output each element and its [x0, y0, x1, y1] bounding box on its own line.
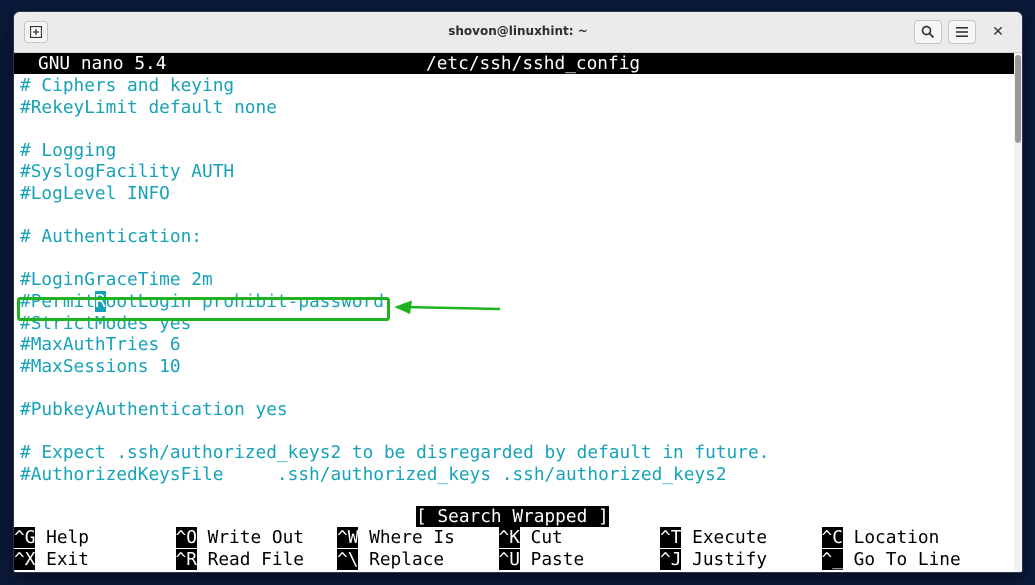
- shortcut-key: ^T: [660, 527, 682, 549]
- shortcut-label: Location: [853, 527, 940, 549]
- shortcut-label: Justify: [692, 549, 768, 570]
- shortcut-key: ^K: [498, 527, 520, 549]
- file-line: #SyslogFacility AUTH: [20, 161, 235, 183]
- file-line: # Authentication:: [20, 226, 202, 248]
- shortcut-location[interactable]: ^C Location: [821, 527, 940, 549]
- file-line: #MaxAuthTries 6: [20, 334, 181, 356]
- shortcut-label: Paste: [530, 549, 585, 570]
- shortcut-read-file[interactable]: ^R Read File: [175, 549, 304, 571]
- shortcut-key: ^C: [821, 527, 843, 549]
- menu-button[interactable]: [948, 20, 976, 44]
- shortcut-execute[interactable]: ^T Execute: [660, 527, 767, 549]
- shortcut-label: Execute: [692, 527, 768, 549]
- shortcut-label: Where Is: [369, 527, 455, 549]
- shortcut-exit[interactable]: ^X Exit: [14, 549, 89, 571]
- shortcut-write-out[interactable]: ^O Write Out: [175, 527, 304, 549]
- shortcut-label: Exit: [46, 549, 89, 570]
- nano-editor[interactable]: GNU nano 5.4 /etc/ssh/sshd_config # Ciph…: [14, 53, 1014, 572]
- status-message: [ Search Wrapped ]: [416, 506, 609, 527]
- shortcut-key: ^J: [660, 549, 682, 570]
- shortcut-key: ^R: [175, 549, 197, 570]
- scrollbar-thumb[interactable]: [1015, 55, 1021, 143]
- shortcut-key: ^_: [821, 549, 843, 570]
- search-icon: [921, 25, 935, 39]
- nano-version: GNU nano 5.4: [38, 53, 167, 74]
- shortcut-justify[interactable]: ^J Justify: [660, 549, 767, 571]
- file-line: #RekeyLimit default none: [20, 96, 277, 118]
- shortcut-key: ^X: [14, 549, 36, 570]
- file-line: #LogLevel INFO: [20, 183, 170, 204]
- shortcut-label: Read File: [207, 549, 304, 570]
- shortcut-where-is[interactable]: ^W Where Is: [337, 527, 455, 549]
- shortcut-label: Help: [46, 527, 89, 549]
- file-line: # Logging: [20, 139, 117, 161]
- close-icon[interactable]: ✕: [990, 24, 1006, 40]
- search-button[interactable]: [914, 20, 942, 44]
- annotation-highlight-box: [17, 297, 390, 321]
- shortcut-key: ^O: [175, 527, 197, 549]
- shortcut-cut[interactable]: ^K Cut: [498, 527, 563, 549]
- terminal-window: shovon@linuxhint: ~ ✕ GNU nano 5.4 /etc/…: [14, 12, 1022, 572]
- shortcut-label: Write Out: [207, 527, 304, 549]
- window-title: shovon@linuxhint: ~: [448, 24, 588, 38]
- shortcut-key: ^G: [14, 527, 36, 549]
- file-line: #MaxSessions 10: [20, 355, 181, 377]
- shortcut-help[interactable]: ^G Help: [14, 527, 89, 549]
- file-line: # Ciphers and keying: [20, 75, 235, 96]
- shortcut-key: ^W: [337, 527, 359, 549]
- file-line: #LoginGraceTime 2m: [20, 269, 213, 291]
- shortcut-go-to-line[interactable]: ^_ Go To Line: [821, 549, 961, 571]
- shortcut-label: Replace: [369, 549, 445, 570]
- hamburger-menu-icon: [956, 27, 968, 37]
- shortcut-paste[interactable]: ^U Paste: [498, 549, 585, 571]
- shortcut-replace[interactable]: ^\ Replace: [337, 549, 444, 571]
- nano-header: GNU nano 5.4 /etc/ssh/sshd_config: [14, 53, 1014, 74]
- file-name: /etc/ssh/sshd_config: [426, 53, 641, 74]
- title-bar: shovon@linuxhint: ~ ✕: [14, 12, 1022, 53]
- annotation-arrow-icon: [394, 300, 501, 314]
- shortcut-label: Go To Line: [853, 549, 961, 570]
- shortcut-label: Cut: [530, 527, 563, 549]
- file-line: #PubkeyAuthentication yes: [20, 399, 288, 420]
- shortcut-key: ^U: [498, 549, 520, 570]
- scrollbar[interactable]: [1014, 53, 1022, 572]
- file-line: # Expect .ssh/authorized_keys2 to be dis…: [20, 442, 770, 464]
- shortcut-key: ^\: [337, 549, 359, 570]
- file-line: #AuthorizedKeysFile .ssh/authorized_keys…: [20, 463, 727, 485]
